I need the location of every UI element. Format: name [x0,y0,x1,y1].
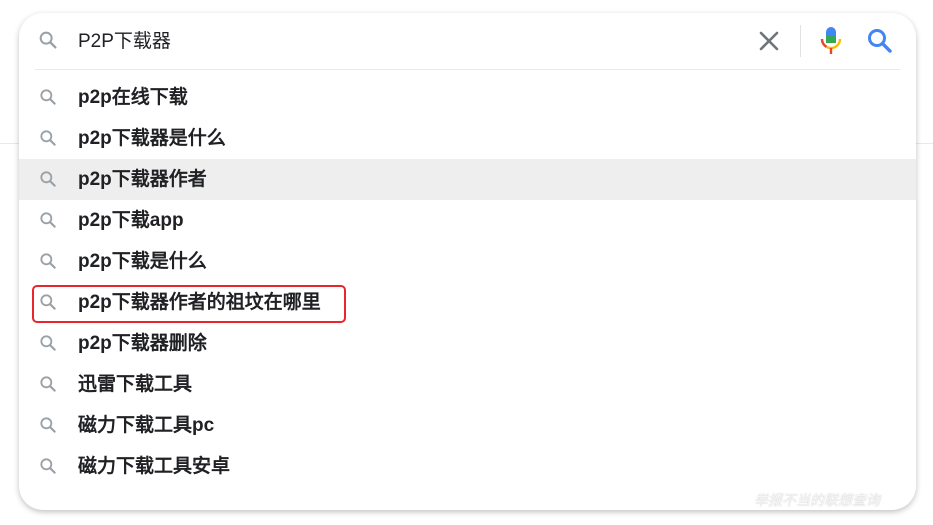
search-icon [38,292,58,312]
page: P2P下载器 p2p在线下载 p2p下载器是什么 p2p下载器作者 p2p下载a… [0,0,933,525]
suggestion-label: p2p下载器删除 [78,333,207,354]
suggestion-label: p2p下载app [78,210,184,231]
search-icon [37,29,59,51]
toolbar-separator [800,25,801,57]
suggestion-label: p2p下载器作者的祖坟在哪里 [78,292,321,313]
report-predictions-link[interactable]: 举报不当的联想查询 [754,490,880,510]
suggestion-item[interactable]: 磁力下载工具安卓 [19,446,916,487]
suggestion-item[interactable]: p2p下载器删除 [19,323,916,364]
suggestion-item[interactable]: p2p下载app [19,200,916,241]
search-icon [868,29,892,53]
suggestion-label: p2p在线下载 [78,87,188,108]
search-submit-button[interactable] [865,26,895,56]
search-icon [38,87,58,107]
suggestion-item[interactable]: 迅雷下载工具 [19,364,916,405]
suggestion-item-selected[interactable]: p2p下载器作者 [19,159,916,200]
voice-search-button[interactable] [818,25,844,57]
mic-icon [820,27,842,54]
suggestion-label: p2p下载是什么 [78,251,207,272]
suggestion-label: p2p下载器作者 [78,169,207,190]
search-input-row[interactable]: P2P下载器 [19,13,916,69]
suggestion-label: 磁力下载工具安卓 [78,456,231,477]
search-input[interactable]: P2P下载器 [78,30,171,54]
search-icon [38,128,58,148]
search-icon [38,374,58,394]
search-box: P2P下载器 p2p在线下载 p2p下载器是什么 p2p下载器作者 p2p下载a… [19,13,916,510]
suggestion-label: 磁力下载工具pc [78,415,215,436]
suggestion-item[interactable]: p2p在线下载 [19,77,916,118]
clear-button[interactable] [755,27,783,55]
close-icon [759,31,779,51]
search-icon [38,333,58,353]
suggestion-item[interactable]: p2p下载是什么 [19,241,916,282]
suggestion-item[interactable]: 磁力下载工具pc [19,405,916,446]
search-icon [38,415,58,435]
search-icon [38,251,58,271]
suggestion-list: p2p在线下载 p2p下载器是什么 p2p下载器作者 p2p下载app p2p下… [19,70,916,487]
suggestion-item[interactable]: p2p下载器是什么 [19,118,916,159]
suggestion-item[interactable]: p2p下载器作者的祖坟在哪里 [19,282,916,323]
suggestion-label: 迅雷下载工具 [78,374,193,395]
search-icon [38,169,58,189]
suggestion-label: p2p下载器是什么 [78,128,226,149]
search-icon [38,456,58,476]
search-icon [38,210,58,230]
